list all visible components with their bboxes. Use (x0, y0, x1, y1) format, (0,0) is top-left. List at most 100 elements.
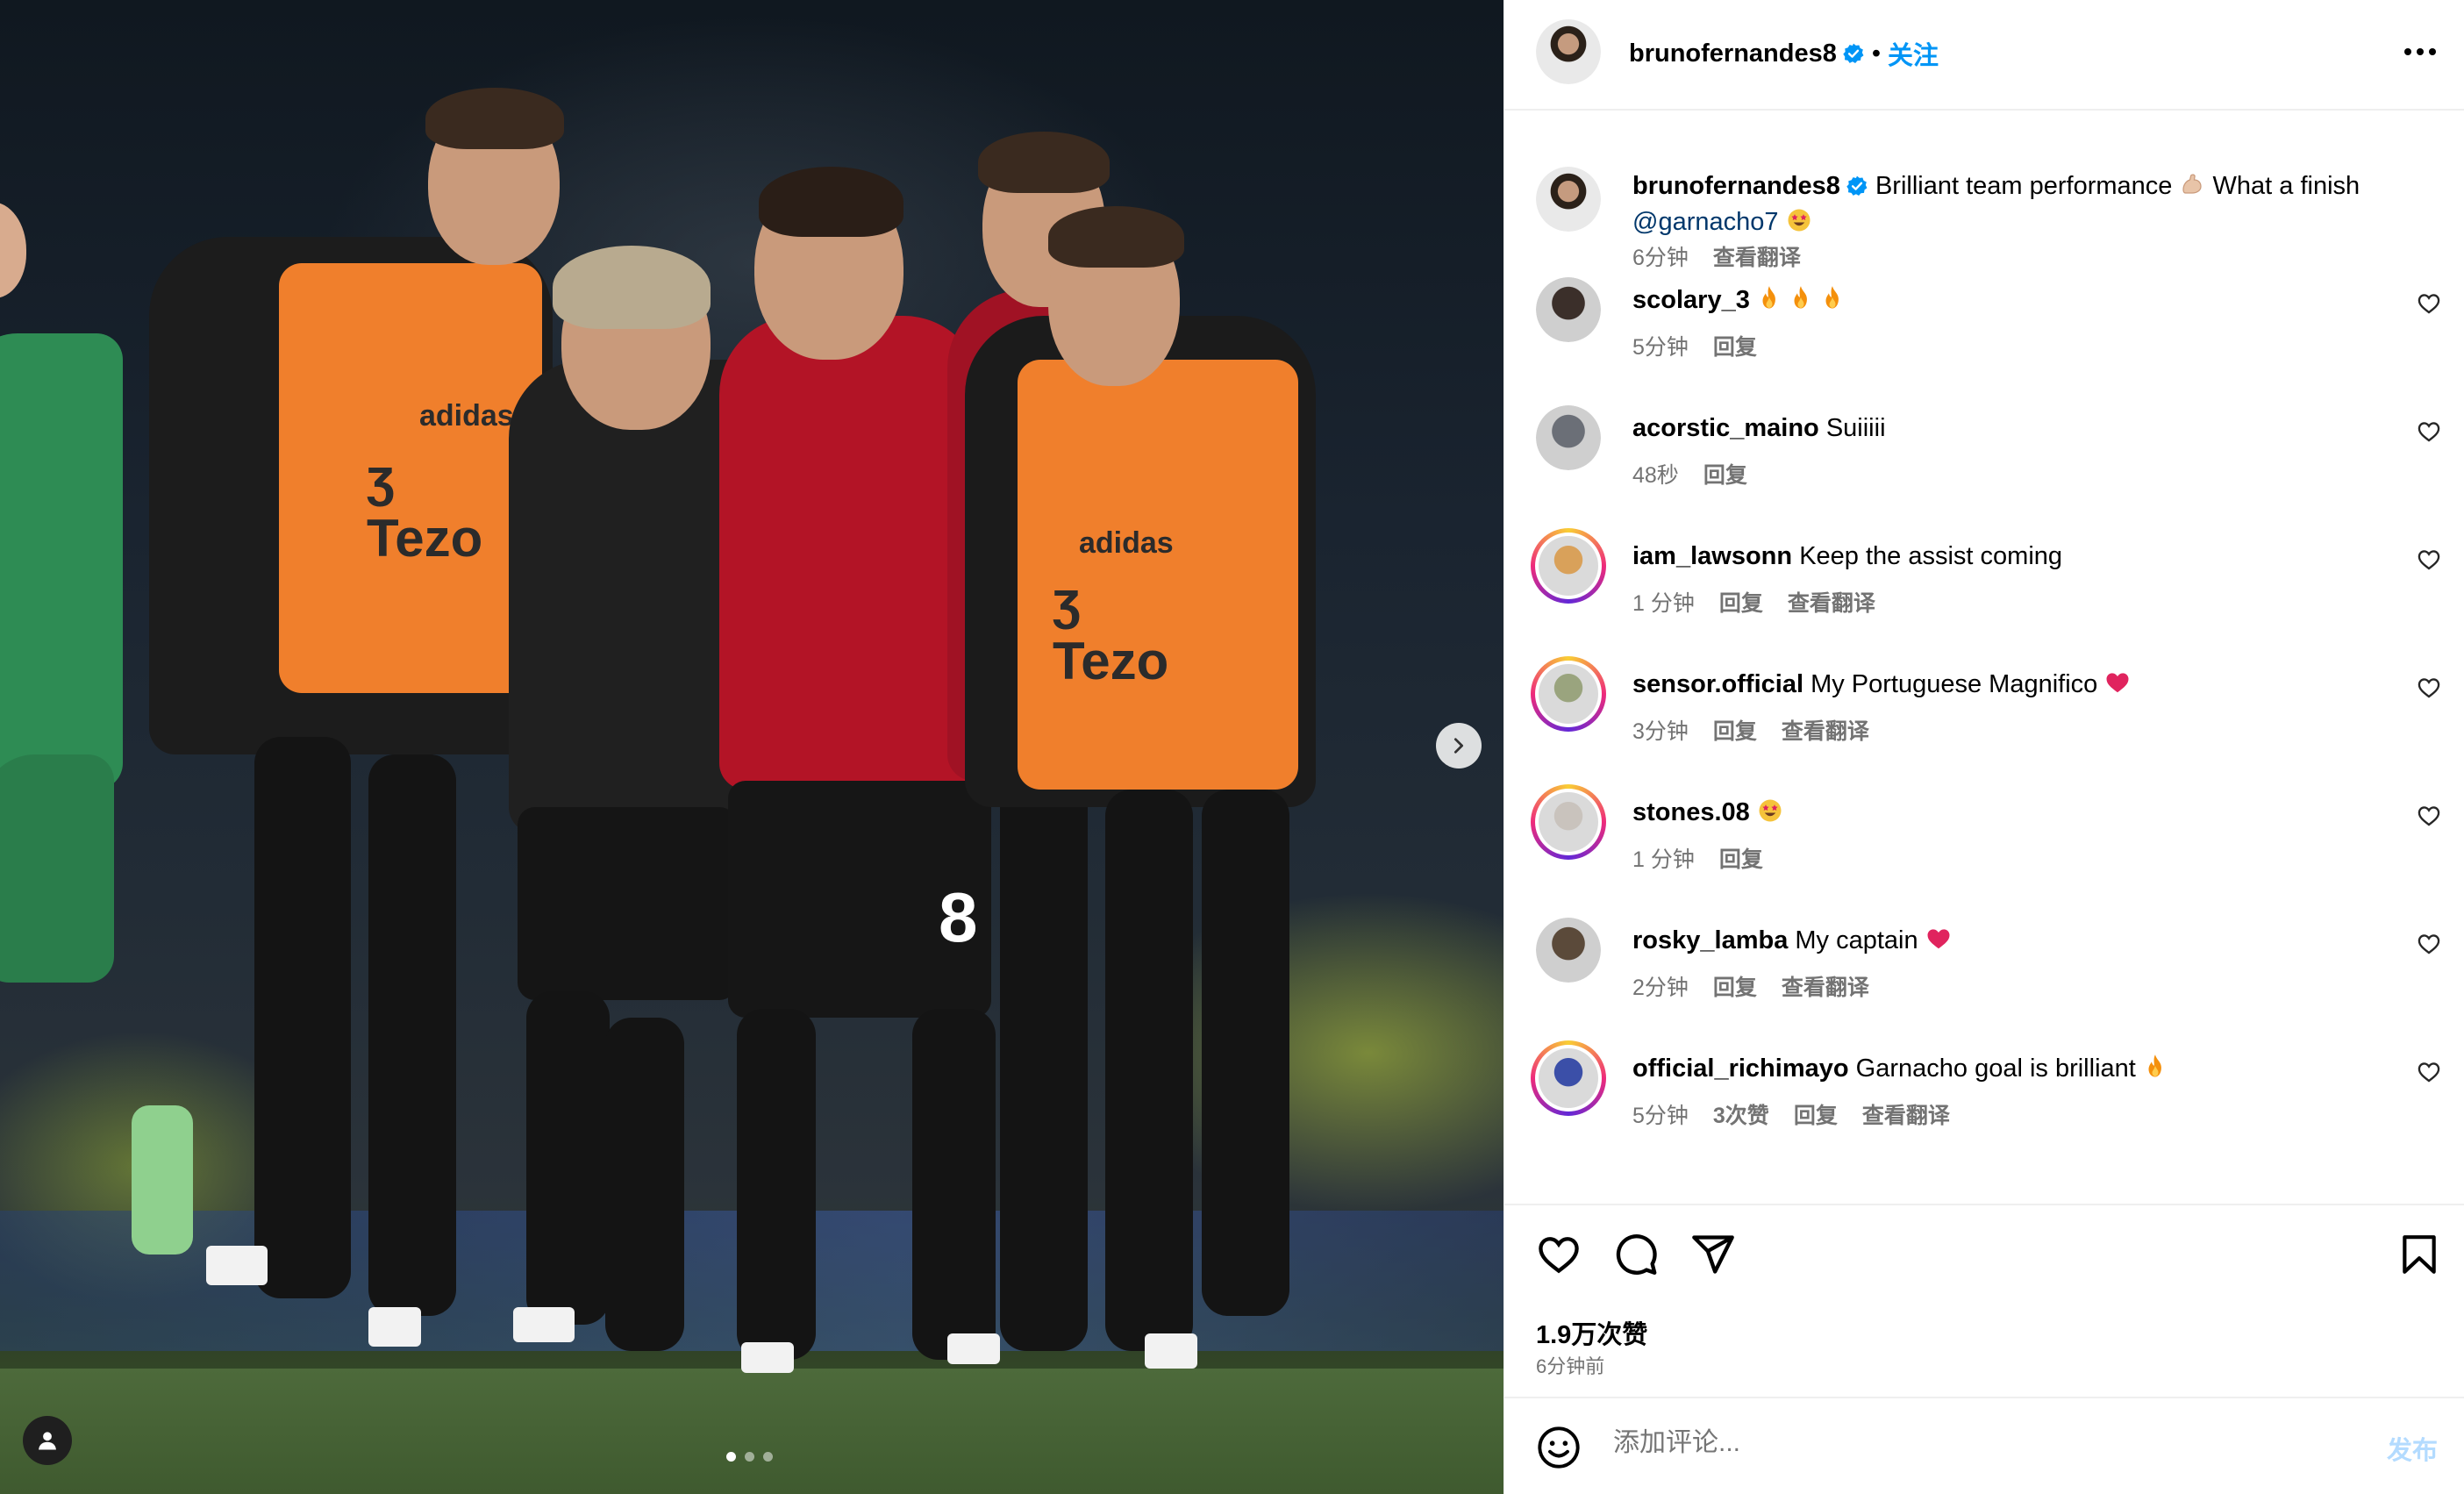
commenter-username[interactable]: sensor.official (1632, 670, 1803, 698)
more-options-button[interactable] (2403, 39, 2438, 65)
comment-time: 48秒 (1632, 463, 1679, 488)
reply-button[interactable]: 回复 (1719, 842, 1763, 874)
comment-text: rosky_lamba My captain (1632, 923, 2385, 959)
translate-link[interactable]: 查看翻译 (1782, 970, 1869, 1002)
caption-username[interactable]: brunofernandes8 (1632, 172, 1840, 200)
author-username[interactable]: brunofernandes8 (1629, 39, 1837, 68)
reply-button[interactable]: 回复 (1794, 1098, 1838, 1130)
follow-button[interactable]: 关注 (1888, 35, 1939, 72)
post-comment-button[interactable]: 发布 (2387, 1430, 2438, 1467)
fire-icon (1762, 286, 1775, 309)
comment-like-button[interactable] (2417, 547, 2441, 576)
comment-body: Keep the assist coming (1799, 542, 2063, 570)
comment-row: rosky_lamba My captain 2分钟 回复 查看翻译 (1504, 918, 2464, 1047)
comment-like-button[interactable] (2417, 291, 2441, 320)
translate-link[interactable]: 查看翻译 (1782, 714, 1869, 746)
commenter-username[interactable]: acorstic_maino (1632, 414, 1819, 442)
commenter-username[interactable]: scolary_3 (1632, 286, 1750, 314)
commenter-username[interactable]: official_richimayo (1632, 1054, 1849, 1083)
share-icon[interactable] (1690, 1232, 1736, 1277)
comment-like-button[interactable] (2417, 676, 2441, 704)
translate-link[interactable]: 查看翻译 (1862, 1098, 1950, 1130)
comment-icon[interactable] (1613, 1232, 1659, 1277)
reply-button[interactable]: 回复 (1713, 714, 1757, 746)
add-comment-bar: 发布 (1504, 1397, 2464, 1494)
like-comment-icon[interactable] (2417, 932, 2441, 956)
likes-count[interactable]: 1.9万次赞 (1536, 1314, 1647, 1351)
author-avatar[interactable] (1536, 19, 1601, 84)
header-separator: • (1871, 39, 1882, 68)
more-options-icon (2404, 48, 2436, 55)
comment-meta: 1 分钟 回复 (1632, 842, 1763, 874)
comment-meta: 1 分钟 回复 查看翻译 (1632, 586, 1875, 618)
post-time: 6分钟前 (1536, 1355, 1605, 1377)
emoji-icon[interactable] (1536, 1425, 1582, 1470)
like-comment-icon[interactable] (2417, 804, 2441, 828)
post-detail-panel: brunofernandes8 • 关注 brunofernandes8 Bri… (1503, 0, 2464, 1494)
comment-text: sensor.official My Portuguese Magnifico (1632, 667, 2385, 703)
caption-meta: 6分钟 查看翻译 (1632, 240, 1801, 272)
comment-like-button[interactable] (2417, 804, 2441, 833)
commenter-avatar[interactable] (1536, 405, 1601, 470)
comment-time: 2分钟 (1632, 976, 1689, 1000)
comments-list[interactable]: brunofernandes8 Brilliant team performan… (1504, 112, 2464, 1204)
like-comment-icon[interactable] (2417, 676, 2441, 700)
commenter-avatar[interactable] (1531, 528, 1606, 604)
tagged-users-button[interactable] (23, 1416, 72, 1465)
comment-body: Garnacho goal is brilliant (1855, 1054, 2136, 1083)
caption-avatar[interactable] (1536, 167, 1601, 232)
carousel-dots (726, 1452, 773, 1462)
verified-badge-icon (1846, 175, 1868, 196)
comment-time: 1 分钟 (1632, 591, 1695, 616)
commenter-avatar[interactable] (1536, 277, 1601, 342)
reply-button[interactable]: 回复 (1713, 330, 1757, 361)
reply-button[interactable]: 回复 (1703, 458, 1747, 490)
commenter-username[interactable]: iam_lawsonn (1632, 542, 1792, 570)
comment-text: stones.08 (1632, 795, 2385, 831)
comment-like-button[interactable] (2417, 932, 2441, 961)
comment-time: 5分钟 (1632, 335, 1689, 360)
like-comment-icon[interactable] (2417, 291, 2441, 316)
red-heart-icon (1927, 929, 1950, 949)
comment-input[interactable] (1613, 1428, 2280, 1458)
carousel-dot[interactable] (726, 1452, 736, 1462)
caption-body-2: What a finish (2212, 172, 2360, 200)
caption-time: 6分钟 (1632, 246, 1689, 270)
comment-likes[interactable]: 3次赞 (1713, 1098, 1769, 1130)
comment-time: 3分钟 (1632, 719, 1689, 744)
caption-mention-link[interactable]: @garnacho7 (1632, 208, 1779, 236)
commenter-avatar[interactable] (1531, 656, 1606, 732)
commenter-username[interactable]: stones.08 (1632, 798, 1750, 826)
bookmark-icon[interactable] (2397, 1232, 2441, 1277)
carousel-next-button[interactable] (1436, 723, 1482, 768)
flexed-biceps-icon (2182, 174, 2203, 194)
reply-button[interactable]: 回复 (1713, 970, 1757, 1002)
fire-icon (1825, 286, 1839, 309)
comment-like-button[interactable] (2417, 1060, 2441, 1089)
comment-row: stones.08 1 分钟 回复 (1504, 784, 2464, 919)
commenter-avatar[interactable] (1531, 1040, 1606, 1116)
chevron-right-icon (1453, 738, 1464, 754)
like-comment-icon[interactable] (2417, 1060, 2441, 1084)
comment-text: official_richimayo Garnacho goal is bril… (1632, 1051, 2385, 1087)
comment-row: iam_lawsonn Keep the assist coming 1 分钟回… (1504, 528, 2464, 663)
post-actions: 1.9万次赞 6分钟前 (1504, 1204, 2464, 1395)
starstruck-icon (1759, 799, 1782, 822)
commenter-avatar[interactable] (1536, 918, 1601, 983)
comment-meta: 3分钟 回复 查看翻译 (1632, 714, 1869, 746)
caption-translate-link[interactable]: 查看翻译 (1713, 240, 1801, 272)
like-comment-icon[interactable] (2417, 419, 2441, 444)
caption-body-1: Brilliant team performance (1875, 172, 2173, 200)
commenter-avatar[interactable] (1531, 784, 1606, 860)
translate-link[interactable]: 查看翻译 (1788, 586, 1875, 618)
heart-icon[interactable] (1536, 1232, 1582, 1277)
commenter-username[interactable]: rosky_lamba (1632, 926, 1788, 954)
comment-text: scolary_3 (1632, 282, 2385, 318)
comment-like-button[interactable] (2417, 419, 2441, 448)
pitch-grass (0, 1369, 1503, 1494)
reply-button[interactable]: 回复 (1719, 586, 1763, 618)
like-comment-icon[interactable] (2417, 547, 2441, 572)
comment-row: official_richimayo Garnacho goal is bril… (1504, 1040, 2464, 1176)
carousel-dot[interactable] (763, 1452, 773, 1462)
carousel-dot[interactable] (745, 1452, 754, 1462)
